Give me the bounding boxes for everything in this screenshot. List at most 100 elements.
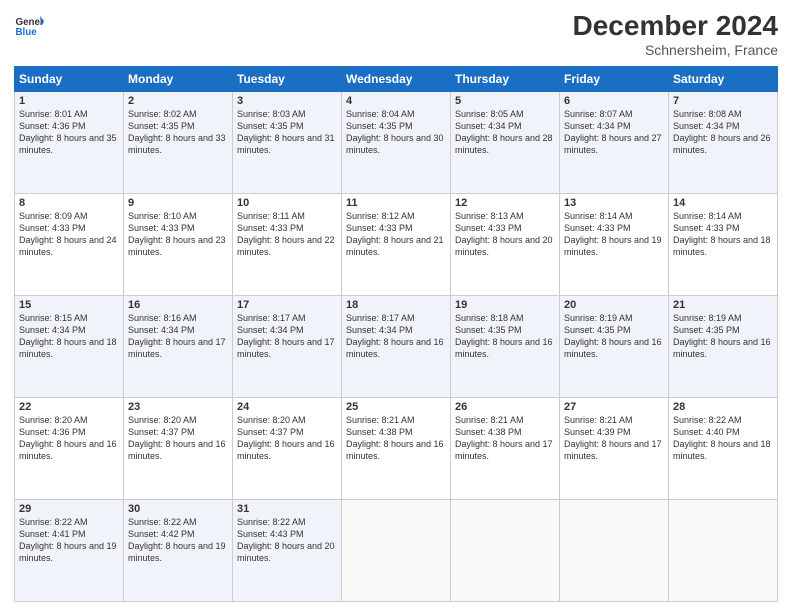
calendar-cell: 21Sunrise: 8:19 AMSunset: 4:35 PMDayligh…: [669, 296, 778, 398]
calendar-cell: 12 Sunrise: 8:13 AMSunset: 4:33 PMDayligh…: [451, 194, 560, 296]
calendar-cell: 26Sunrise: 8:21 AMSunset: 4:38 PMDayligh…: [451, 398, 560, 500]
day-number: 31: [237, 503, 337, 515]
calendar-cell: 27 Sunrise: 8:21 AMSunset: 4:39 PMDayligh…: [560, 398, 669, 500]
day-number: 26: [455, 401, 555, 413]
cell-info: Sunrise: 8:20 AMSunset: 4:37 PMDaylight:…: [237, 415, 335, 461]
cell-info: Sunrise: 8:22 AMSunset: 4:40 PMDaylight:…: [673, 415, 771, 461]
calendar-cell: 14 Sunrise: 8:14 AMSunset: 4:33 PMDayligh…: [669, 194, 778, 296]
calendar-cell: 1 Sunrise: 8:01 AMSunset: 4:36 PMDaylight…: [15, 92, 124, 194]
day-number: 8: [19, 197, 119, 209]
cell-info: Sunrise: 8:17 AMSunset: 4:34 PMDaylight:…: [237, 313, 335, 359]
calendar-cell: 19 Sunrise: 8:18 AMSunset: 4:35 PMDayligh…: [451, 296, 560, 398]
calendar-cell: 23Sunrise: 8:20 AMSunset: 4:37 PMDayligh…: [124, 398, 233, 500]
day-number: 29: [19, 503, 119, 515]
calendar-cell: 17 Sunrise: 8:17 AMSunset: 4:34 PMDayligh…: [233, 296, 342, 398]
cell-info: Sunrise: 8:14 AMSunset: 4:33 PMDaylight:…: [564, 211, 662, 257]
calendar-cell: 11 Sunrise: 8:12 AMSunset: 4:33 PMDayligh…: [342, 194, 451, 296]
day-number: 9: [128, 197, 228, 209]
cell-info: Sunrise: 8:12 AMSunset: 4:33 PMDaylight:…: [346, 211, 444, 257]
calendar-cell: [560, 500, 669, 602]
day-number: 3: [237, 95, 337, 107]
calendar-cell: [451, 500, 560, 602]
logo: General Blue: [14, 10, 44, 40]
calendar-cell: 6 Sunrise: 8:07 AMSunset: 4:34 PMDaylight…: [560, 92, 669, 194]
day-number: 24: [237, 401, 337, 413]
calendar-cell: 18 Sunrise: 8:17 AMSunset: 4:34 PMDayligh…: [342, 296, 451, 398]
day-number: 19: [455, 299, 555, 311]
day-number: 1: [19, 95, 119, 107]
cell-info: Sunrise: 8:21 AMSunset: 4:39 PMDaylight:…: [564, 415, 662, 461]
calendar-cell: 20 Sunrise: 8:19 AMSunset: 4:35 PMDayligh…: [560, 296, 669, 398]
month-year: December 2024: [573, 10, 778, 42]
cell-info: Sunrise: 8:13 AMSunset: 4:33 PMDaylight:…: [455, 211, 553, 257]
cell-info: Sunrise: 8:14 AMSunset: 4:33 PMDaylight:…: [673, 211, 771, 257]
calendar-table: SundayMondayTuesdayWednesdayThursdayFrid…: [14, 66, 778, 602]
cell-info: Sunrise: 8:07 AMSunset: 4:34 PMDaylight:…: [564, 109, 662, 155]
logo-icon: General Blue: [14, 10, 44, 40]
cell-info: Sunrise: 8:16 AMSunset: 4:34 PMDaylight:…: [128, 313, 226, 359]
calendar-cell: 4 Sunrise: 8:04 AMSunset: 4:35 PMDaylight…: [342, 92, 451, 194]
col-header-friday: Friday: [560, 67, 669, 92]
calendar-cell: 30 Sunrise: 8:22 AMSunset: 4:42 PMDayligh…: [124, 500, 233, 602]
cell-info: Sunrise: 8:11 AMSunset: 4:33 PMDaylight:…: [237, 211, 335, 257]
cell-info: Sunrise: 8:19 AMSunset: 4:35 PMDaylight:…: [673, 313, 771, 359]
calendar-cell: 16 Sunrise: 8:16 AMSunset: 4:34 PMDayligh…: [124, 296, 233, 398]
calendar-cell: 13 Sunrise: 8:14 AMSunset: 4:33 PMDayligh…: [560, 194, 669, 296]
day-number: 18: [346, 299, 446, 311]
day-number: 20: [564, 299, 664, 311]
cell-info: Sunrise: 8:15 AMSunset: 4:34 PMDaylight:…: [19, 313, 117, 359]
calendar-cell: 28 Sunrise: 8:22 AMSunset: 4:40 PMDayligh…: [669, 398, 778, 500]
calendar-cell: 3 Sunrise: 8:03 AMSunset: 4:35 PMDaylight…: [233, 92, 342, 194]
col-header-tuesday: Tuesday: [233, 67, 342, 92]
col-header-thursday: Thursday: [451, 67, 560, 92]
cell-info: Sunrise: 8:18 AMSunset: 4:35 PMDaylight:…: [455, 313, 553, 359]
day-number: 13: [564, 197, 664, 209]
day-number: 10: [237, 197, 337, 209]
day-number: 14: [673, 197, 773, 209]
cell-info: Sunrise: 8:04 AMSunset: 4:35 PMDaylight:…: [346, 109, 444, 155]
calendar-cell: 2Sunrise: 8:02 AMSunset: 4:35 PMDaylight…: [124, 92, 233, 194]
page-header: General Blue December 2024 Schnersheim, …: [14, 10, 778, 58]
calendar-cell: 22 Sunrise: 8:20 AMSunset: 4:36 PMDayligh…: [15, 398, 124, 500]
cell-info: Sunrise: 8:22 AMSunset: 4:41 PMDaylight:…: [19, 517, 117, 563]
cell-info: Sunrise: 8:19 AMSunset: 4:35 PMDaylight:…: [564, 313, 662, 359]
day-number: 28: [673, 401, 773, 413]
day-number: 17: [237, 299, 337, 311]
calendar-cell: 15 Sunrise: 8:15 AMSunset: 4:34 PMDayligh…: [15, 296, 124, 398]
day-number: 5: [455, 95, 555, 107]
calendar-cell: [342, 500, 451, 602]
cell-info: Sunrise: 8:17 AMSunset: 4:34 PMDaylight:…: [346, 313, 444, 359]
day-number: 2: [128, 95, 228, 107]
col-header-saturday: Saturday: [669, 67, 778, 92]
title-block: December 2024 Schnersheim, France: [573, 10, 778, 58]
day-number: 22: [19, 401, 119, 413]
cell-info: Sunrise: 8:20 AMSunset: 4:37 PMDaylight:…: [128, 415, 226, 461]
day-number: 27: [564, 401, 664, 413]
cell-info: Sunrise: 8:03 AMSunset: 4:35 PMDaylight:…: [237, 109, 335, 155]
col-header-sunday: Sunday: [15, 67, 124, 92]
calendar-cell: 25Sunrise: 8:21 AMSunset: 4:38 PMDayligh…: [342, 398, 451, 500]
day-number: 6: [564, 95, 664, 107]
cell-info: Sunrise: 8:01 AMSunset: 4:36 PMDaylight:…: [19, 109, 117, 155]
day-number: 15: [19, 299, 119, 311]
calendar-cell: 7Sunrise: 8:08 AMSunset: 4:34 PMDaylight…: [669, 92, 778, 194]
day-number: 12: [455, 197, 555, 209]
day-number: 4: [346, 95, 446, 107]
day-number: 16: [128, 299, 228, 311]
cell-info: Sunrise: 8:22 AMSunset: 4:42 PMDaylight:…: [128, 517, 226, 563]
cell-info: Sunrise: 8:05 AMSunset: 4:34 PMDaylight:…: [455, 109, 553, 155]
cell-info: Sunrise: 8:08 AMSunset: 4:34 PMDaylight:…: [673, 109, 771, 155]
col-header-wednesday: Wednesday: [342, 67, 451, 92]
cell-info: Sunrise: 8:21 AMSunset: 4:38 PMDaylight:…: [346, 415, 444, 461]
day-number: 11: [346, 197, 446, 209]
cell-info: Sunrise: 8:20 AMSunset: 4:36 PMDaylight:…: [19, 415, 117, 461]
cell-info: Sunrise: 8:10 AMSunset: 4:33 PMDaylight:…: [128, 211, 226, 257]
calendar-cell: 24 Sunrise: 8:20 AMSunset: 4:37 PMDayligh…: [233, 398, 342, 500]
cell-info: Sunrise: 8:09 AMSunset: 4:33 PMDaylight:…: [19, 211, 117, 257]
day-number: 30: [128, 503, 228, 515]
calendar-cell: 29 Sunrise: 8:22 AMSunset: 4:41 PMDayligh…: [15, 500, 124, 602]
cell-info: Sunrise: 8:22 AMSunset: 4:43 PMDaylight:…: [237, 517, 335, 563]
svg-text:Blue: Blue: [16, 27, 38, 38]
calendar-cell: 10 Sunrise: 8:11 AMSunset: 4:33 PMDayligh…: [233, 194, 342, 296]
location: Schnersheim, France: [573, 42, 778, 58]
